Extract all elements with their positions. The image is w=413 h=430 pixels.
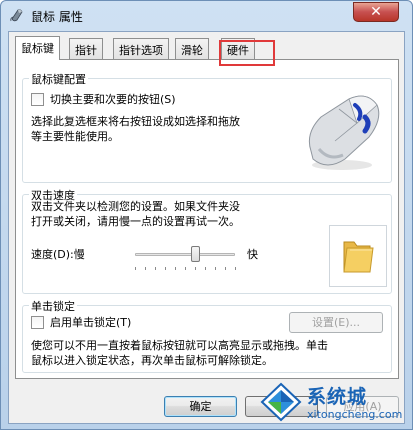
close-icon: ✕ [370,4,382,20]
tab-label: 滑轮 [181,44,203,57]
click-lock-description: 鼠标以进入锁定状态，再次单击鼠标可解除锁定。 [31,354,273,367]
watermark-url: xitongcheng.com [307,408,403,421]
slider-tick [135,267,136,270]
folder-icon [343,241,374,273]
ok-button[interactable]: 确定 [164,396,237,417]
mouse-illustration [308,95,380,170]
tab-pointers[interactable]: 指针 [69,38,103,59]
mouse-icon [10,9,23,22]
click-lock-label[interactable]: 启用单击锁定(T) [50,315,131,330]
test-folder-area[interactable] [329,225,387,287]
speed-slow-label: 速度(D):慢 [31,248,85,261]
click-lock-description: 使您可以不用一直按着鼠标按钮就可以高亮显示或拖拽。单击 [31,339,328,352]
slider-tick [165,267,166,270]
button-label: 设置(E)... [311,316,361,329]
speed-fast-label: 快 [247,248,258,261]
slider-tick [195,267,196,270]
tab-label: 鼠标键 [21,42,54,55]
speed-slider-track[interactable] [135,253,235,256]
double-click-description: 双击文件夹以检测您的设置。如果文件夹没 [31,200,240,213]
properties-window: 鼠标 属性 ✕ 鼠标键 指针 指针选项 滑轮 硬件 鼠标键配置 切换主要和次要的… [0,0,413,430]
slider-tick [175,267,176,270]
group-title: 单击锁定 [29,298,77,314]
slider-tick [225,267,226,270]
speed-slider-thumb[interactable] [191,246,200,262]
slider-tick [155,267,156,270]
slider-tick [185,267,186,270]
tab-label: 指针 [75,44,97,57]
slider-tick [215,267,216,270]
button-label: 确定 [189,400,212,413]
slider-tick [205,267,206,270]
tab-panel-buttons: 鼠标键配置 切换主要和次要的按钮(S) 选择此复选框来将右按钮设成如选择和拖放 … [15,59,399,379]
tab-label: 指针选项 [119,44,163,57]
title-bar[interactable]: 鼠标 属性 ✕ [1,1,412,31]
tab-wheel[interactable]: 滑轮 [175,38,209,59]
window-title: 鼠标 属性 [31,10,83,24]
close-button[interactable]: ✕ [353,2,399,22]
switch-buttons-checkbox[interactable] [31,93,44,106]
double-click-group: 双击速度 双击文件夹以检测您的设置。如果文件夹没 打开或关闭，请用慢一点的设置再… [22,187,392,294]
button-config-description: 选择此复选框来将右按钮设成如选择和拖放 [31,115,240,128]
double-click-description: 打开或关闭，请用慢一点的设置再试一次。 [31,215,240,228]
group-title: 鼠标键配置 [29,71,88,87]
tab-buttons[interactable]: 鼠标键 [15,36,60,60]
watermark-logo-icon [260,382,302,422]
highlight-annotation [219,40,275,66]
button-config-group: 鼠标键配置 切换主要和次要的按钮(S) 选择此复选框来将右按钮设成如选择和拖放 … [22,71,392,183]
tab-pointer-options[interactable]: 指针选项 [113,38,169,59]
watermark-brand: 系统城 [307,386,368,408]
click-lock-settings-button[interactable]: 设置(E)... [289,312,383,333]
switch-buttons-label[interactable]: 切换主要和次要的按钮(S) [50,92,176,107]
slider-tick [235,267,236,270]
button-config-description: 等主要性能使用。 [31,130,119,143]
slider-tick [145,267,146,270]
click-lock-checkbox[interactable] [31,316,44,329]
dialog-body: 鼠标键 指针 指针选项 滑轮 硬件 鼠标键配置 切换主要和次要的按钮(S) 选择… [8,31,405,424]
click-lock-group: 单击锁定 启用单击锁定(T) 设置(E)... 使您可以不用一直按着鼠标按钮就可… [22,298,392,373]
